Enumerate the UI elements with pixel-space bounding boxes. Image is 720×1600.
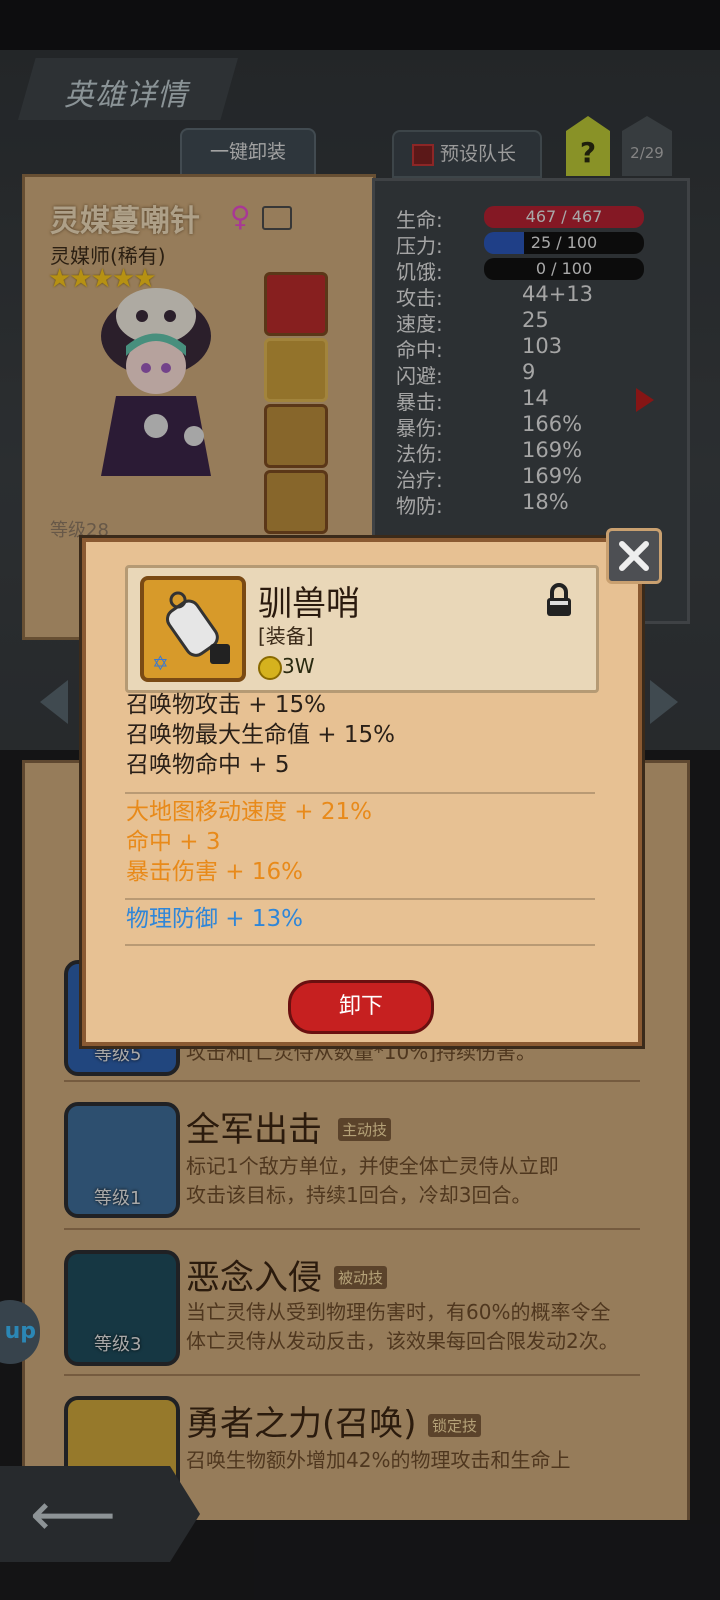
coin-icon: [258, 656, 282, 680]
whistle-icon: ✡: [152, 591, 230, 675]
close-button[interactable]: [606, 528, 662, 584]
bonus-attribute: 命中 + 3: [126, 829, 221, 855]
bonus-attribute: 大地图移动速度 + 21%: [126, 799, 373, 825]
unequip-button[interactable]: 卸下: [288, 980, 434, 1034]
item-price: 3W: [282, 654, 315, 678]
item-name: 驯兽哨: [258, 584, 360, 624]
close-icon: [619, 541, 649, 571]
base-attribute: 召唤物攻击 + 15%: [126, 692, 327, 718]
special-attribute: 物理防御 + 13%: [126, 906, 304, 932]
divider: [125, 792, 595, 794]
base-attribute: 召唤物最大生命值 + 15%: [126, 722, 396, 748]
bonus-attribute: 暴击伤害 + 16%: [126, 859, 304, 885]
divider: [125, 898, 595, 900]
lock-icon[interactable]: [545, 582, 573, 618]
svg-text:✡: ✡: [152, 651, 169, 675]
base-attribute: 召唤物命中 + 5: [126, 752, 290, 778]
divider: [125, 944, 595, 946]
item-type: [装备]: [258, 624, 314, 648]
whistle-item-icon: ✡: [140, 576, 246, 682]
